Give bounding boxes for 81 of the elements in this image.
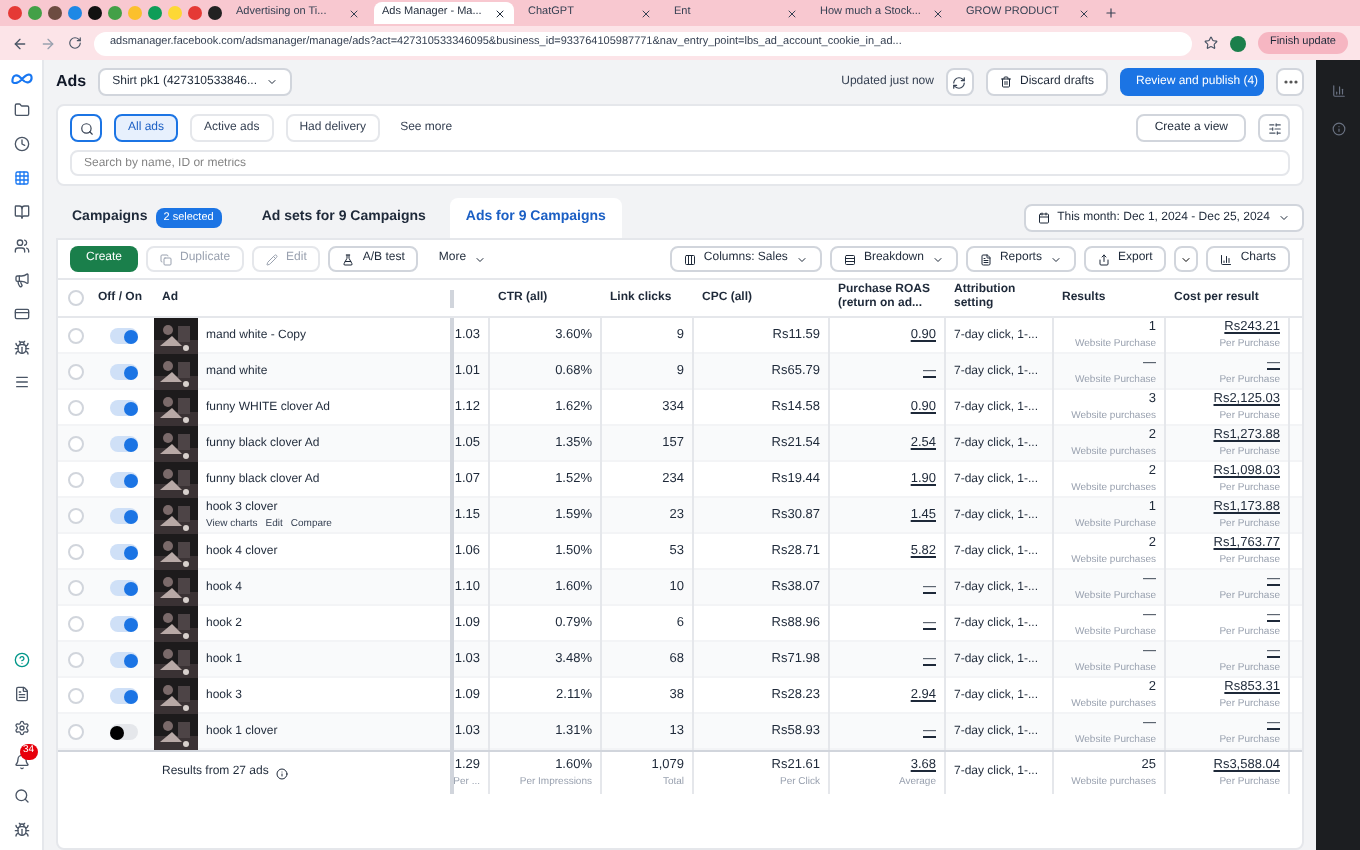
row-checkbox[interactable]	[68, 400, 84, 416]
search-icon	[79, 121, 93, 135]
select-all-checkbox[interactable]	[68, 290, 84, 306]
toggle-switch[interactable]	[110, 364, 138, 380]
row-checkbox[interactable]	[68, 364, 84, 380]
toggle-switch[interactable]	[110, 724, 138, 740]
row-checkbox[interactable]	[68, 328, 84, 344]
refresh-icon	[952, 75, 967, 89]
chart-icon[interactable]	[1331, 84, 1345, 98]
bug-icon[interactable]	[13, 822, 29, 838]
row-checkbox[interactable]	[68, 616, 84, 632]
bug-icon[interactable]	[13, 340, 29, 356]
rows-icon	[843, 253, 856, 265]
toggle-switch[interactable]	[110, 328, 138, 344]
export-icon	[1097, 253, 1110, 265]
menu-icon[interactable]	[13, 374, 29, 390]
row-checkbox[interactable]	[68, 652, 84, 668]
toggle-switch[interactable]	[110, 580, 138, 596]
close-icon[interactable]	[494, 7, 506, 19]
row-checkbox[interactable]	[68, 724, 84, 740]
close-icon[interactable]	[932, 7, 944, 19]
clock-icon[interactable]	[13, 136, 29, 152]
row-checkbox[interactable]	[68, 580, 84, 596]
toggle-switch[interactable]	[110, 472, 138, 488]
new-tab-icon[interactable]	[1104, 6, 1118, 20]
info-icon[interactable]	[276, 767, 289, 779]
page-title: Ads	[56, 70, 87, 94]
flask-icon	[342, 253, 355, 265]
row-checkbox[interactable]	[68, 508, 84, 524]
settings-icon[interactable]	[13, 720, 29, 736]
people-icon[interactable]	[13, 238, 29, 254]
caret-icon	[1049, 253, 1062, 265]
toggle-switch[interactable]	[110, 688, 138, 704]
row-checkbox[interactable]	[68, 688, 84, 704]
caret-icon	[474, 253, 487, 265]
pinned-tab-icon[interactable]	[208, 6, 222, 20]
grid-icon[interactable]	[13, 170, 29, 186]
copy-icon	[160, 253, 173, 265]
caret-icon	[795, 253, 808, 265]
search-icon[interactable]	[13, 788, 29, 804]
export-menu-button[interactable]	[1174, 246, 1199, 272]
book-icon[interactable]	[13, 204, 29, 220]
profile-avatar[interactable]	[1229, 35, 1246, 51]
refresh-button[interactable]	[945, 68, 974, 96]
filter-settings-button[interactable]	[1258, 114, 1290, 142]
bookmark-icon[interactable]	[1203, 36, 1218, 50]
document-icon[interactable]	[13, 686, 29, 702]
reload-icon[interactable]	[68, 36, 82, 50]
pinned-tab-icon[interactable]	[88, 6, 102, 20]
row-checkbox[interactable]	[68, 544, 84, 560]
toggle-switch[interactable]	[110, 400, 138, 416]
sliders-icon	[1267, 121, 1281, 135]
folder-icon[interactable]	[13, 102, 29, 118]
notifications-icon[interactable]	[13, 754, 29, 770]
megaphone-icon[interactable]	[13, 272, 29, 288]
close-icon[interactable]	[348, 7, 360, 19]
search-button[interactable]	[70, 114, 102, 142]
calendar-icon	[1037, 212, 1050, 224]
row-checkbox[interactable]	[68, 472, 84, 488]
close-icon[interactable]	[786, 7, 798, 19]
caret-icon	[1180, 253, 1193, 265]
row-checkbox[interactable]	[68, 436, 84, 452]
back-icon[interactable]	[12, 35, 28, 51]
caret-icon	[265, 76, 278, 88]
toggle-switch[interactable]	[110, 436, 138, 452]
info-icon[interactable]	[1331, 122, 1345, 136]
document-icon	[979, 253, 992, 265]
caret-icon	[1278, 212, 1290, 224]
toggle-switch[interactable]	[110, 652, 138, 668]
chart-icon	[1220, 253, 1233, 265]
toggle-switch[interactable]	[110, 508, 138, 524]
toggle-switch[interactable]	[110, 616, 138, 632]
card-icon[interactable]	[13, 306, 29, 322]
columns-icon	[683, 253, 696, 265]
help-icon[interactable]	[13, 652, 29, 668]
close-icon[interactable]	[640, 7, 652, 19]
toggle-switch[interactable]	[110, 544, 138, 560]
pencil-icon	[266, 253, 279, 265]
close-icon[interactable]	[1078, 7, 1090, 19]
trash-icon	[999, 76, 1012, 88]
caret-icon	[931, 253, 944, 265]
